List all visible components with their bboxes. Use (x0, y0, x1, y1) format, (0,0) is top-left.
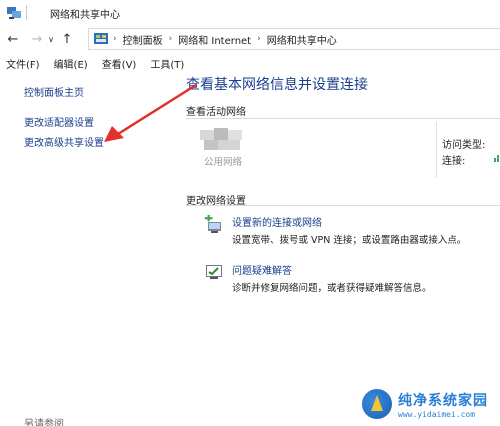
main-content: 查看基本网络信息并设置连接 查看活动网络 公用网络 访问类型: 连接: 更改网络… (180, 72, 500, 426)
divider (186, 205, 500, 206)
chevron-down-icon: ∨ (48, 34, 54, 44)
menu-edit[interactable]: 编辑(E) (54, 56, 88, 71)
troubleshoot-desc: 诊断并修复网络问题，或者获得疑难解答信息。 (232, 283, 432, 294)
up-button[interactable]: ↑ (58, 30, 76, 48)
setup-new-connection-desc: 设置宽带、拨号或 VPN 连接；或设置路由器或接入点。 (232, 235, 467, 246)
active-networks-label: 查看活动网络 (186, 107, 246, 118)
back-button[interactable]: ← (4, 30, 22, 48)
breadcrumb-network-sharing-center[interactable]: 网络和共享中心 (267, 32, 337, 47)
left-pane: 控制面板主页 更改适配器设置 更改高级共享设置 另请参阅 (0, 72, 180, 426)
link-troubleshoot[interactable]: 问题疑难解答 (232, 262, 292, 277)
menu-bar: 文件(F) 编辑(E) 查看(V) 工具(T) (0, 54, 500, 72)
watermark-url: www.yidaimei.com (398, 409, 476, 419)
divider (436, 122, 437, 178)
arrow-up-icon: ↑ (61, 31, 73, 47)
watermark-title: 纯净系统家园 (398, 392, 488, 409)
recent-locations-button[interactable]: ∨ (46, 30, 56, 48)
breadcrumb-network-internet[interactable]: 网络和 Internet (178, 32, 251, 47)
watermark-text: 纯净系统家园 www.yidaimei.com (398, 390, 488, 419)
arrow-left-icon: ← (7, 31, 19, 47)
see-also-label: 另请参阅 (24, 419, 64, 426)
window-title: 网络和共享中心 (50, 9, 120, 21)
watermark: 纯净系统家园 www.yidaimei.com (362, 386, 492, 422)
address-bar[interactable]: › 控制面板 › 网络和 Internet › 网络和共享中心 (88, 28, 500, 50)
title-separator (26, 5, 27, 20)
forward-button[interactable]: → (28, 30, 46, 48)
link-setup-new-connection[interactable]: 设置新的连接或网络 (232, 214, 322, 229)
divider (186, 118, 500, 119)
watermark-logo-icon (362, 389, 392, 419)
breadcrumb-control-panel[interactable]: 控制面板 (123, 32, 163, 47)
link-change-advanced-sharing[interactable]: 更改高级共享设置 (24, 134, 104, 149)
access-type-label: 访问类型: (442, 140, 486, 151)
network-type-label: 公用网络 (204, 157, 243, 168)
breadcrumb-chevron-icon: › (113, 34, 117, 44)
title-bar: 网络和共享中心 (0, 0, 500, 26)
link-control-panel-home[interactable]: 控制面板主页 (24, 84, 84, 99)
troubleshoot-icon (206, 265, 222, 279)
link-change-adapter-settings[interactable]: 更改适配器设置 (24, 114, 94, 129)
menu-view[interactable]: 查看(V) (102, 56, 137, 71)
menu-tools[interactable]: 工具(T) (150, 56, 184, 71)
menu-file[interactable]: 文件(F) (6, 56, 40, 71)
breadcrumb-chevron-icon: › (168, 34, 173, 44)
new-connection-icon (204, 215, 221, 233)
page-title: 查看基本网络信息并设置连接 (186, 77, 368, 93)
control-panel-icon (94, 33, 108, 44)
navigation-bar: ← → ∨ ↑ › 控制面板 › 网络和 Internet › 网络和共享中心 (0, 26, 500, 52)
connections-label: 连接: (442, 156, 466, 167)
network-window-icon (7, 7, 21, 19)
connection-signal-icon (494, 155, 499, 162)
breadcrumb-chevron-icon: › (257, 34, 261, 44)
arrow-right-icon: → (31, 31, 43, 47)
